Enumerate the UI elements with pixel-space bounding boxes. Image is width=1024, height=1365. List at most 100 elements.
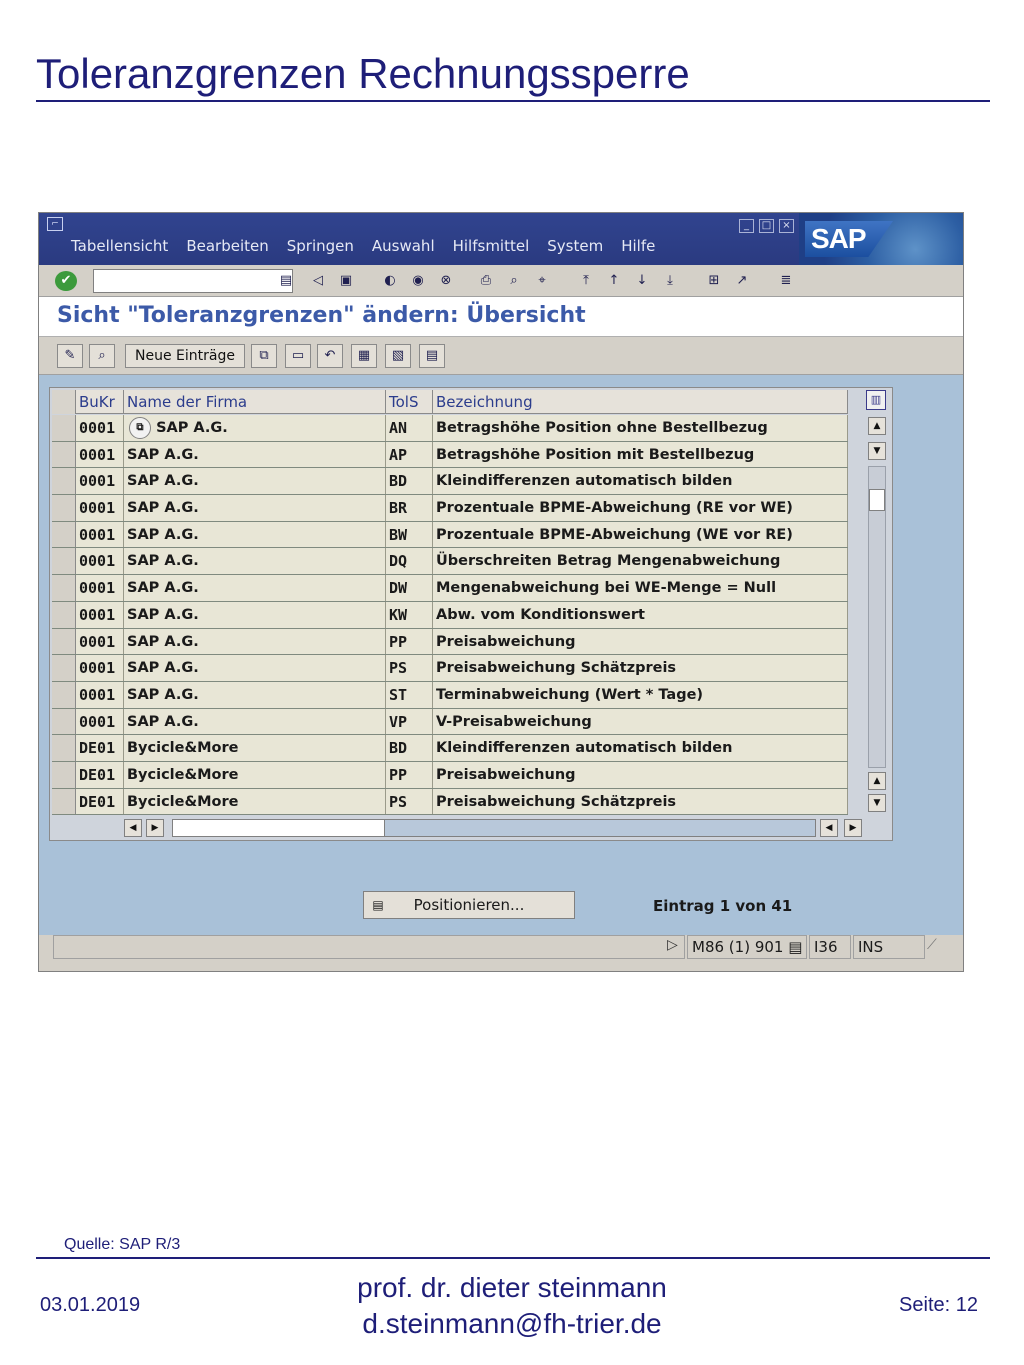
- save-icon[interactable]: ▣: [335, 270, 357, 292]
- row-selector[interactable]: [52, 761, 76, 788]
- horizontal-scroll-thumb[interactable]: [173, 820, 385, 836]
- cell-bezeichnung[interactable]: V-Preisabweichung: [433, 708, 848, 735]
- row-selector[interactable]: [52, 628, 76, 655]
- command-history-icon[interactable]: ▤: [275, 270, 297, 292]
- table-settings-icon[interactable]: ▥: [866, 390, 886, 410]
- page-down-icon[interactable]: ▼: [868, 794, 886, 812]
- deselect-all-icon[interactable]: ▤: [419, 344, 445, 368]
- cell-bezeichnung[interactable]: Mengenabweichung bei WE-Menge = Null: [433, 575, 848, 601]
- cell-tols[interactable]: PP: [386, 628, 433, 655]
- cell-tols[interactable]: DW: [386, 575, 433, 601]
- cell-firma[interactable]: SAP A.G.: [124, 495, 386, 521]
- cell-bukr[interactable]: 0001: [76, 628, 124, 655]
- row-selector[interactable]: [52, 548, 76, 575]
- cell-firma[interactable]: SAP A.G.: [124, 521, 386, 548]
- table-row[interactable]: DE01 Bycicle&More PS Preisabweichung Sch…: [52, 788, 848, 816]
- cell-bukr[interactable]: 0001: [76, 415, 124, 441]
- cell-bezeichnung[interactable]: Prozentuale BPME-Abweichung (RE vor WE): [433, 495, 848, 521]
- cell-tols[interactable]: BR: [386, 495, 433, 521]
- table-row[interactable]: 0001 SAP A.G. DQ Überschreiten Betrag Me…: [52, 548, 848, 576]
- cell-tols[interactable]: PS: [386, 788, 433, 815]
- display-icon[interactable]: ⌕: [89, 344, 115, 368]
- cell-bezeichnung[interactable]: Prozentuale BPME-Abweichung (WE vor RE): [433, 521, 848, 548]
- menu-hilfsmittel[interactable]: Hilfsmittel: [453, 237, 530, 255]
- system-menu-icon[interactable]: ⌐: [47, 217, 63, 231]
- row-selector[interactable]: [52, 441, 76, 468]
- cell-bukr[interactable]: 0001: [76, 548, 124, 575]
- table-row[interactable]: 0001 SAP A.G. PP Preisabweichung: [52, 628, 848, 656]
- display-change-icon[interactable]: ✎: [57, 344, 83, 368]
- row-selector[interactable]: [52, 521, 76, 548]
- vertical-scroll-thumb[interactable]: [869, 489, 885, 511]
- status-server[interactable]: I36: [809, 935, 851, 959]
- back-arrow-icon[interactable]: ◁: [307, 270, 329, 292]
- cell-bezeichnung[interactable]: Betragshöhe Position ohne Bestellbezug: [433, 415, 848, 441]
- vertical-scroll-track[interactable]: [868, 466, 886, 768]
- scroll-down-icon[interactable]: ▼: [868, 442, 886, 460]
- cell-firma[interactable]: Bycicle&More: [124, 788, 386, 815]
- maximize-icon[interactable]: □: [759, 219, 774, 233]
- shortcut-icon[interactable]: ↗: [731, 270, 753, 292]
- select-all-rows[interactable]: [52, 390, 76, 414]
- table-row[interactable]: DE01 Bycicle&More BD Kleindifferenzen au…: [52, 735, 848, 762]
- new-session-icon[interactable]: ⊞: [703, 270, 725, 292]
- column-header-firma[interactable]: Name der Firma: [124, 390, 386, 414]
- scroll-up-icon[interactable]: ▲: [868, 417, 886, 435]
- next-page-icon[interactable]: ↓: [631, 270, 653, 292]
- scroll-left-icon[interactable]: ◀: [124, 819, 142, 837]
- table-row[interactable]: 0001 SAP A.G. BR Prozentuale BPME-Abweic…: [52, 495, 848, 522]
- cell-tols[interactable]: AN: [386, 415, 433, 441]
- print-icon[interactable]: ⎙: [475, 270, 497, 292]
- vertical-scrollbar[interactable]: ▲ ▼ ▲ ▼: [866, 414, 888, 814]
- cell-bukr[interactable]: 0001: [76, 681, 124, 708]
- cell-bukr[interactable]: 0001: [76, 601, 124, 628]
- help-icon[interactable]: ≣: [775, 270, 797, 292]
- cell-tols[interactable]: BD: [386, 735, 433, 761]
- table-row[interactable]: 0001 SAP A.G. PS Preisabweichung Schätzp…: [52, 655, 848, 682]
- cell-tols[interactable]: PS: [386, 655, 433, 681]
- first-page-icon[interactable]: ⤒: [575, 270, 597, 292]
- cell-bezeichnung[interactable]: Überschreiten Betrag Mengenabweichung: [433, 548, 848, 575]
- menu-springen[interactable]: Springen: [287, 237, 354, 255]
- column-header-bezeichnung[interactable]: Bezeichnung: [433, 390, 848, 414]
- select-block-icon[interactable]: ▧: [385, 344, 411, 368]
- cell-bukr[interactable]: 0001: [76, 521, 124, 548]
- new-entries-button[interactable]: Neue Einträge: [125, 344, 245, 368]
- column-header-tols[interactable]: TolS: [386, 390, 433, 414]
- column-header-bukr[interactable]: BuKr: [76, 390, 124, 414]
- cell-bukr[interactable]: DE01: [76, 761, 124, 788]
- column-scroll-left-icon[interactable]: ◀: [820, 819, 838, 837]
- back-icon[interactable]: ◐: [379, 270, 401, 292]
- table-row[interactable]: 0001 SAP A.G. BW Prozentuale BPME-Abweic…: [52, 521, 848, 549]
- cell-bukr[interactable]: 0001: [76, 441, 124, 468]
- cell-bukr[interactable]: 0001: [76, 495, 124, 521]
- cell-bukr[interactable]: DE01: [76, 788, 124, 815]
- cell-bukr[interactable]: 0001: [76, 575, 124, 601]
- row-selector[interactable]: [52, 601, 76, 628]
- cell-firma[interactable]: SAP A.G.: [124, 468, 386, 495]
- cell-tols[interactable]: VP: [386, 708, 433, 735]
- cell-tols[interactable]: PP: [386, 761, 433, 788]
- cell-firma[interactable]: SAP A.G.: [124, 681, 386, 708]
- cell-tols[interactable]: DQ: [386, 548, 433, 575]
- cell-firma[interactable]: SAP A.G.: [124, 655, 386, 681]
- row-selector[interactable]: [52, 681, 76, 708]
- cell-tols[interactable]: ST: [386, 681, 433, 708]
- menu-hilfe[interactable]: Hilfe: [621, 237, 655, 255]
- row-selector[interactable]: [52, 788, 76, 815]
- cell-firma[interactable]: Bycicle&More: [124, 761, 386, 788]
- status-expand-icon[interactable]: ▷: [667, 937, 678, 953]
- table-row[interactable]: 0001 SAP A.G. KW Abw. vom Konditionswert: [52, 601, 848, 629]
- scroll-right-icon[interactable]: ▶: [146, 819, 164, 837]
- cell-firma[interactable]: SAP A.G.: [124, 575, 386, 601]
- table-row[interactable]: 0001 SAP A.G. BD Kleindifferenzen automa…: [52, 468, 848, 496]
- close-icon[interactable]: ×: [779, 219, 794, 233]
- table-row[interactable]: 0001 ⧉ SAP A.G. AN Betragshöhe Position …: [52, 415, 848, 442]
- cell-bezeichnung[interactable]: Betragshöhe Position mit Bestellbezug: [433, 441, 848, 468]
- horizontal-scroll-track[interactable]: [172, 819, 816, 837]
- menu-auswahl[interactable]: Auswahl: [372, 237, 435, 255]
- status-list-icon[interactable]: ▤: [788, 938, 802, 956]
- row-selector[interactable]: [52, 575, 76, 601]
- cell-bezeichnung[interactable]: Preisabweichung Schätzpreis: [433, 788, 848, 815]
- cell-bezeichnung[interactable]: Kleindifferenzen automatisch bilden: [433, 468, 848, 495]
